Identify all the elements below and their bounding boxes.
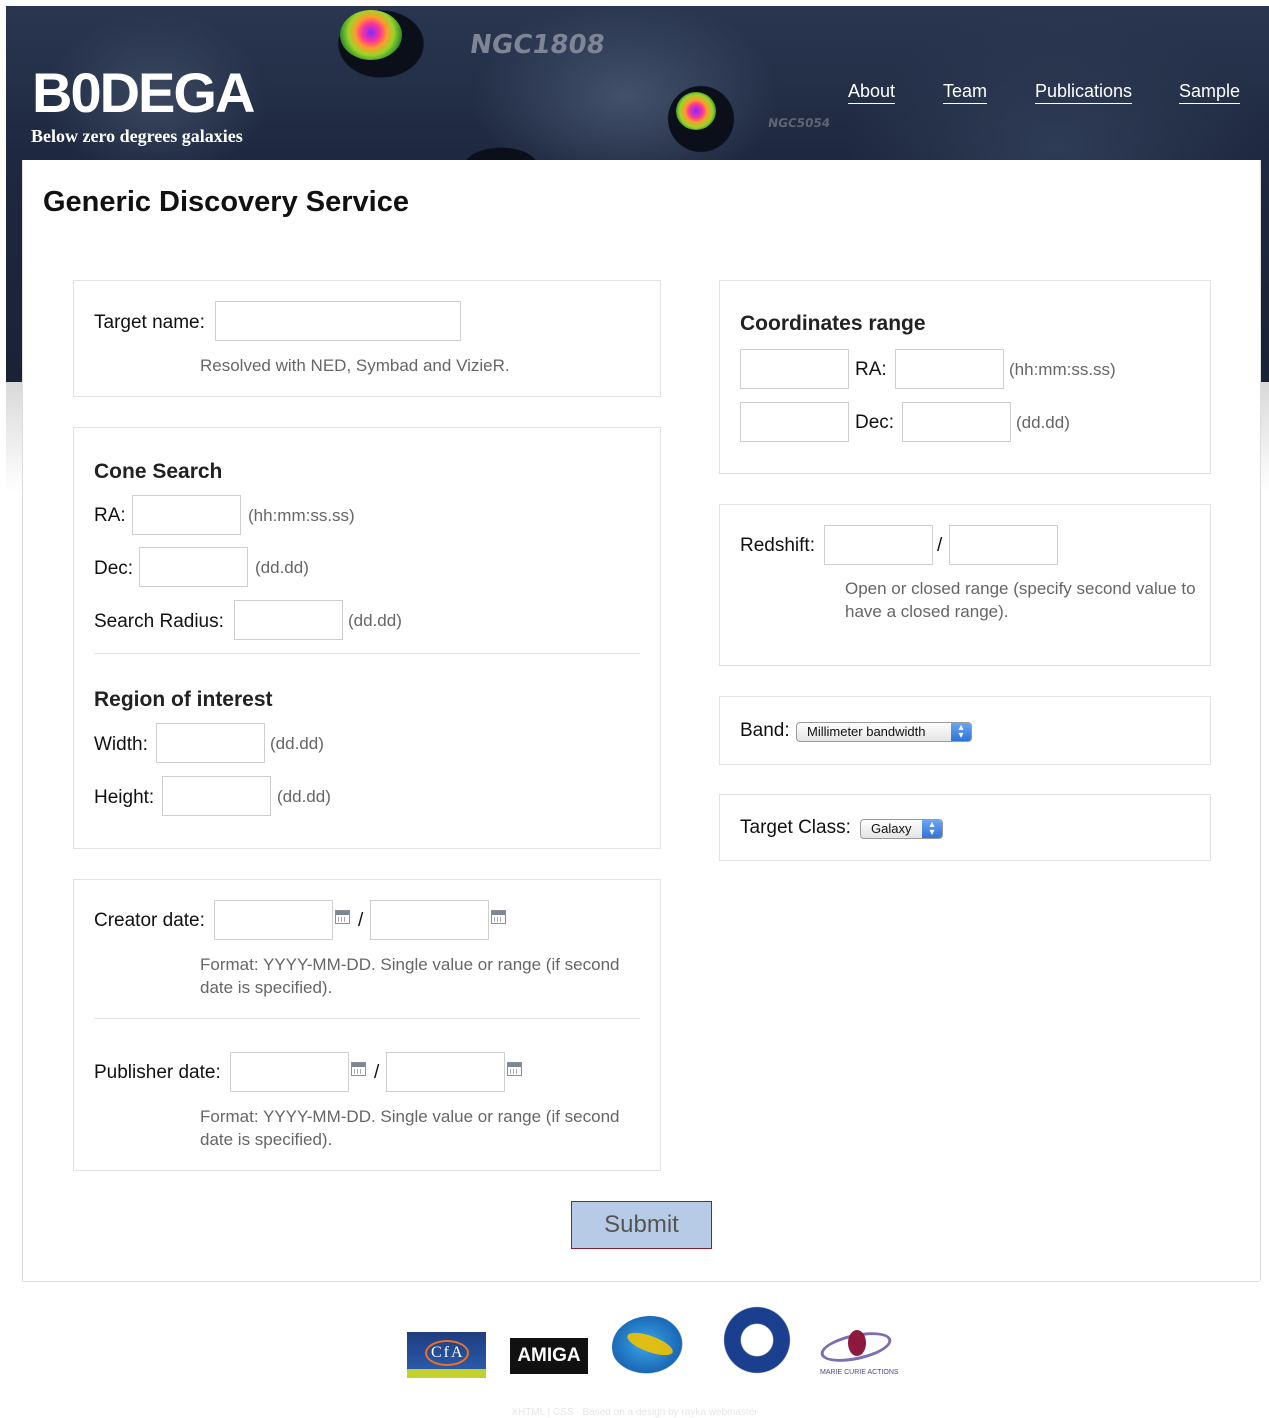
target-class-label: Target Class: (740, 817, 851, 838)
publisher-date-label: Publisher date: (94, 1062, 221, 1083)
creator-date-hint: Format: YYYY-MM-DD. Single value or rang… (200, 955, 620, 997)
band-label: Band: (740, 720, 790, 741)
banner-label-ngc1808: NGC1808 (467, 30, 607, 60)
banner-label-ngc5054: NGC5054 (767, 116, 832, 130)
redshift-range-separator: / (937, 535, 943, 556)
academia-sinica-logo[interactable] (720, 1303, 794, 1377)
width-input[interactable] (156, 723, 265, 763)
nav-team-link[interactable]: Team (943, 81, 988, 104)
region-heading: Region of interest (94, 688, 273, 711)
redshift-box: Redshift: / Open or closed range (specif… (719, 504, 1211, 666)
section-divider (94, 653, 640, 654)
main-panel: Generic Discovery Service Target name: R… (22, 160, 1261, 1281)
site-logo[interactable]: B0DEGA (32, 60, 255, 125)
redshift-label: Redshift: (740, 535, 815, 556)
coords-ra-max-input[interactable] (895, 349, 1004, 389)
page-title: Generic Discovery Service (43, 186, 409, 218)
coordinates-range-box: Coordinates range RA: (hh:mm:ss.ss) Dec:… (719, 280, 1211, 474)
target-name-input[interactable] (215, 301, 461, 341)
amiga-logo[interactable]: AMIGA (510, 1338, 588, 1374)
target-class-box: Target Class: Galaxy ▴ ▾ (719, 794, 1211, 861)
cone-search-heading: Cone Search (94, 460, 223, 483)
calendar-icon[interactable] (335, 910, 350, 924)
nav-sample-link[interactable]: Sample (1179, 81, 1241, 104)
height-label: Height: (94, 787, 155, 808)
iaa-logo[interactable] (612, 1316, 688, 1378)
band-box: Band: Millimeter bandwidth ▴ ▾ (719, 696, 1211, 765)
coords-dec-min-input[interactable] (740, 402, 849, 442)
publisher-date-end-input[interactable] (386, 1052, 505, 1092)
coords-dec-label: Dec: (855, 412, 895, 433)
coords-ra-hint: (hh:mm:ss.ss) (1009, 360, 1116, 379)
target-class-selected-value: Galaxy (871, 821, 912, 836)
coords-ra-label: RA: (855, 359, 887, 380)
cfa-logo[interactable]: CfA (407, 1332, 486, 1378)
marie-curie-logo[interactable]: MARIE CURIE ACTIONS (818, 1326, 900, 1378)
galaxy-image-ngc1808 (340, 10, 402, 60)
creator-date-start-input[interactable] (214, 900, 333, 940)
marie-curie-logo-text: MARIE CURIE ACTIONS (820, 1369, 899, 1376)
target-name-hint: Resolved with NED, Symbad and VizieR. (200, 356, 510, 375)
band-select[interactable]: Millimeter bandwidth ▴ ▾ (796, 722, 972, 742)
target-name-box: Target name: Resolved with NED, Symbad a… (73, 280, 661, 397)
site-tagline: Below zero degrees galaxies (31, 126, 243, 146)
band-selected-value: Millimeter bandwidth (807, 724, 926, 739)
publisher-date-start-input[interactable] (230, 1052, 349, 1092)
date-range-separator: / (358, 910, 364, 931)
nav-about-link[interactable]: About (848, 81, 896, 104)
footer-credit: XHTML | CSS · Based on a design by rayka… (511, 1407, 758, 1418)
height-hint: (dd.dd) (277, 787, 331, 806)
cone-search-box: Cone Search RA: (hh:mm:ss.ss) Dec: (dd.d… (73, 427, 661, 849)
calendar-icon[interactable] (491, 910, 506, 924)
redshift-hint: Open or closed range (specify second val… (845, 579, 1196, 621)
height-input[interactable] (162, 776, 271, 816)
cone-dec-input[interactable] (139, 547, 248, 587)
creator-date-end-input[interactable] (370, 900, 489, 940)
width-hint: (dd.dd) (270, 734, 324, 753)
search-radius-label: Search Radius: (94, 611, 224, 632)
coords-dec-max-input[interactable] (902, 402, 1011, 442)
width-label: Width: (94, 734, 148, 755)
galaxy-image-ngc5054 (676, 92, 716, 130)
creator-date-label: Creator date: (94, 910, 205, 931)
cone-ra-input[interactable] (132, 495, 241, 535)
coords-ra-min-input[interactable] (740, 349, 849, 389)
redshift-max-input[interactable] (949, 525, 1058, 565)
submit-button[interactable]: Submit (571, 1201, 712, 1249)
search-radius-hint: (dd.dd) (348, 611, 402, 630)
coords-dec-hint: (dd.dd) (1016, 413, 1070, 432)
cone-ra-hint: (hh:mm:ss.ss) (248, 506, 355, 525)
target-class-select[interactable]: Galaxy ▴ ▾ (860, 819, 943, 839)
cone-dec-label: Dec: (94, 558, 134, 579)
cone-ra-label: RA: (94, 505, 126, 526)
date-range-separator: / (374, 1062, 380, 1083)
calendar-icon[interactable] (351, 1062, 366, 1076)
marie-curie-portrait-icon (848, 1330, 866, 1356)
cone-dec-hint: (dd.dd) (255, 558, 309, 577)
section-divider (94, 1018, 640, 1019)
publisher-date-hint: Format: YYYY-MM-DD. Single value or rang… (200, 1107, 620, 1149)
nav-publications-link[interactable]: Publications (1035, 81, 1133, 104)
calendar-icon[interactable] (507, 1062, 522, 1076)
footer-divider (22, 1281, 1259, 1282)
target-name-label: Target name: (94, 312, 205, 333)
redshift-min-input[interactable] (824, 525, 933, 565)
search-radius-input[interactable] (234, 600, 343, 640)
coordinates-range-heading: Coordinates range (740, 312, 926, 335)
cfa-logo-text: CfA (431, 1344, 465, 1361)
select-arrows-icon: ▴ ▾ (922, 820, 942, 838)
iaa-comet-icon (624, 1328, 676, 1360)
select-arrows-icon: ▴ ▾ (951, 723, 971, 741)
dates-box: Creator date: / Format: YYYY-MM-DD. Sing… (73, 879, 661, 1171)
